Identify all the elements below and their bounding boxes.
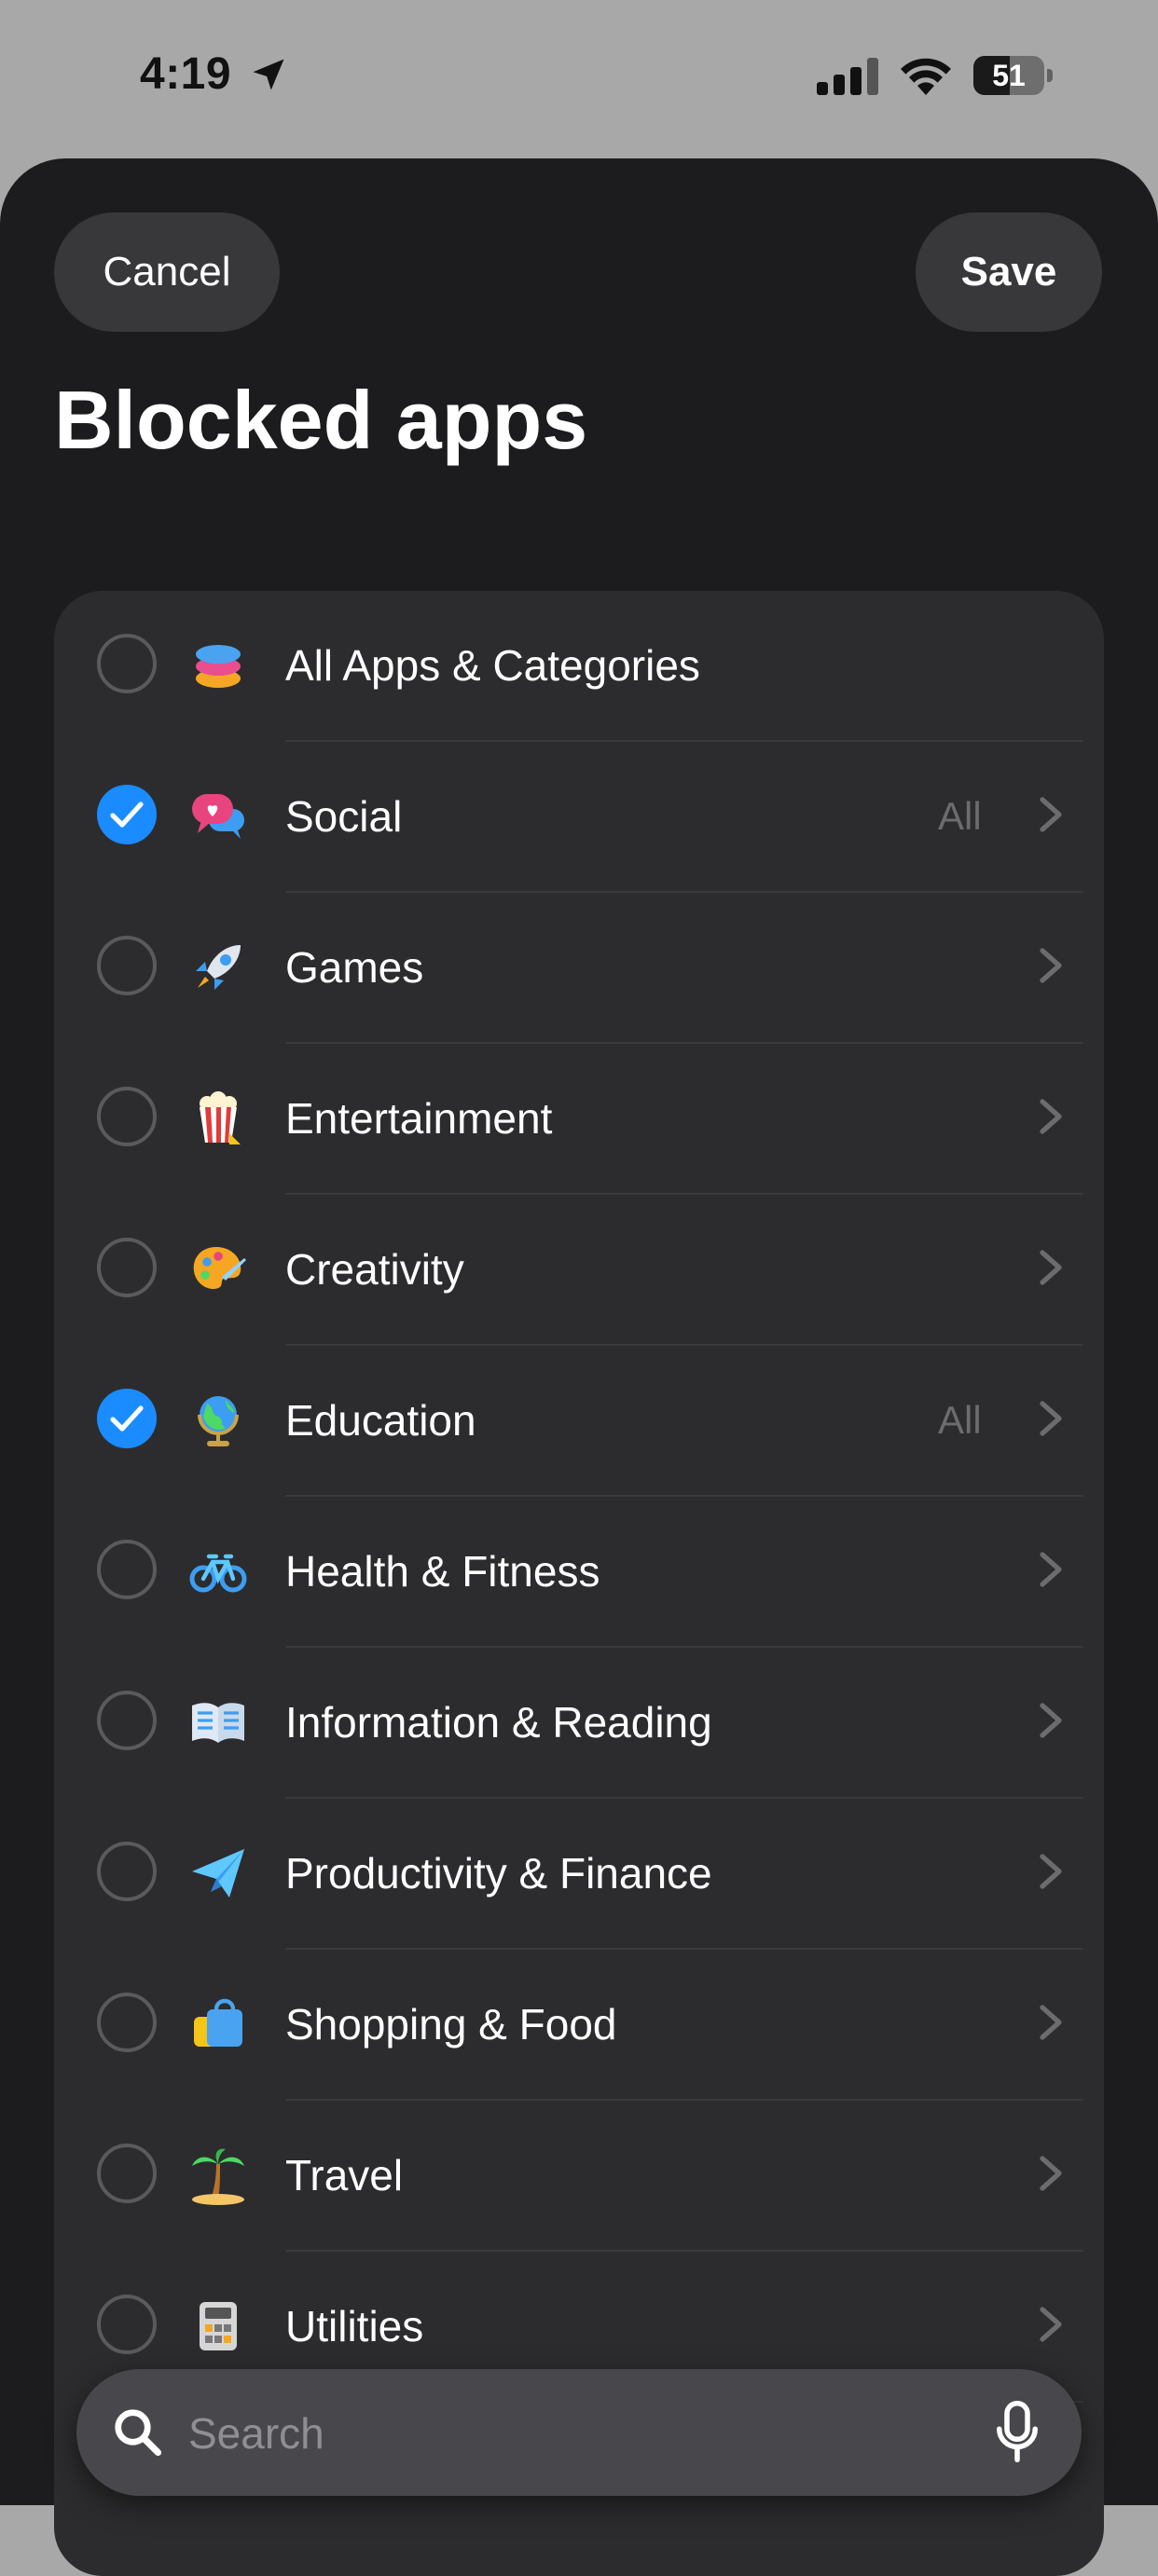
- category-label: Creativity: [285, 1245, 464, 1294]
- chevron-right-icon[interactable]: [1039, 2306, 1063, 2343]
- search-bar[interactable]: [76, 2369, 1082, 2496]
- checkbox-unchecked[interactable]: [97, 2144, 157, 2203]
- checkbox-unchecked[interactable]: [97, 1993, 157, 2052]
- microphone-icon[interactable]: [996, 2401, 1039, 2462]
- category-label: Health & Fitness: [285, 1547, 600, 1596]
- category-list: All Apps & Categories Social All Games Enter…: [54, 591, 1104, 2576]
- checkbox-unchecked[interactable]: [97, 2295, 157, 2354]
- category-label: Entertainment: [285, 1094, 553, 1143]
- speech-bubbles-icon: [188, 787, 248, 846]
- category-row[interactable]: Health & Fitness: [54, 1497, 1104, 1648]
- category-label: Shopping & Food: [285, 2000, 617, 2048]
- checkbox-unchecked[interactable]: [97, 1238, 157, 1297]
- chevron-right-icon[interactable]: [1039, 1702, 1063, 1739]
- category-row[interactable]: Entertainment: [54, 1044, 1104, 1195]
- cellular-signal-icon: [817, 58, 878, 95]
- checkbox-unchecked[interactable]: [97, 936, 157, 995]
- chevron-right-icon[interactable]: [1039, 1400, 1063, 1437]
- category-label: Utilities: [285, 2302, 424, 2350]
- selection-badge: All: [938, 1398, 982, 1442]
- search-input[interactable]: [186, 2397, 955, 2470]
- chevron-right-icon[interactable]: [1039, 2004, 1063, 2041]
- location-arrow-icon: [253, 59, 284, 90]
- wifi-icon: [901, 58, 951, 95]
- category-label: Travel: [285, 2151, 404, 2199]
- category-row[interactable]: Information & Reading: [54, 1648, 1104, 1799]
- category-row[interactable]: Productivity & Finance: [54, 1799, 1104, 1950]
- category-label: All Apps & Categories: [285, 641, 700, 690]
- paper-plane-icon: [188, 1843, 248, 1903]
- checkbox-unchecked[interactable]: [97, 634, 157, 693]
- checkbox-unchecked[interactable]: [97, 1540, 157, 1599]
- category-row[interactable]: Social All: [54, 742, 1104, 893]
- chevron-right-icon[interactable]: [1039, 1249, 1063, 1286]
- globe-icon: [188, 1391, 248, 1450]
- shopping-bag-icon: [188, 1994, 248, 2054]
- popcorn-icon: [188, 1089, 248, 1148]
- battery-indicator: 51: [973, 56, 1054, 95]
- category-row[interactable]: All Apps & Categories: [54, 591, 1104, 742]
- blocked-apps-sheet: Cancel Save Blocked apps All Apps & Cate…: [0, 158, 1158, 2576]
- chevron-right-icon[interactable]: [1039, 1098, 1063, 1135]
- category-row[interactable]: Games: [54, 893, 1104, 1044]
- chevron-right-icon[interactable]: [1039, 796, 1063, 833]
- checkbox-unchecked[interactable]: [97, 1087, 157, 1146]
- chevron-right-icon[interactable]: [1039, 947, 1063, 984]
- selection-badge: All: [938, 794, 982, 838]
- status-bar: 4:19 51: [0, 0, 1158, 158]
- category-label: Games: [285, 943, 424, 992]
- open-book-icon: [188, 1692, 248, 1752]
- search-icon: [115, 2409, 162, 2457]
- category-label: Productivity & Finance: [285, 1849, 712, 1898]
- checkbox-unchecked[interactable]: [97, 1691, 157, 1750]
- chevron-right-icon[interactable]: [1039, 1853, 1063, 1890]
- category-label: Information & Reading: [285, 1698, 712, 1747]
- checkbox-unchecked[interactable]: [97, 1842, 157, 1901]
- category-row[interactable]: Travel: [54, 2101, 1104, 2252]
- layers-stack-icon: [188, 636, 248, 695]
- battery-cap: [1047, 69, 1053, 82]
- page-title: Blocked apps: [54, 374, 588, 466]
- paint-palette-icon: [188, 1240, 248, 1299]
- category-label: Social: [285, 792, 403, 841]
- status-time: 4:19: [140, 49, 232, 99]
- checkbox-checked[interactable]: [97, 1389, 157, 1448]
- calculator-icon: [188, 2296, 248, 2356]
- rocket-icon: [188, 938, 248, 997]
- battery-level-text: 51: [992, 59, 1026, 92]
- category-label: Education: [285, 1396, 476, 1445]
- save-button[interactable]: Save: [916, 212, 1102, 332]
- cancel-button[interactable]: Cancel: [54, 212, 280, 332]
- battery-body: 51: [973, 56, 1044, 95]
- category-row[interactable]: Education All: [54, 1346, 1104, 1497]
- palm-tree-icon: [188, 2145, 248, 2205]
- chevron-right-icon[interactable]: [1039, 2155, 1063, 2192]
- category-row[interactable]: Creativity: [54, 1195, 1104, 1346]
- checkbox-checked[interactable]: [97, 785, 157, 844]
- bicycle-icon: [188, 1541, 248, 1601]
- chevron-right-icon[interactable]: [1039, 1551, 1063, 1588]
- category-row[interactable]: Shopping & Food: [54, 1950, 1104, 2101]
